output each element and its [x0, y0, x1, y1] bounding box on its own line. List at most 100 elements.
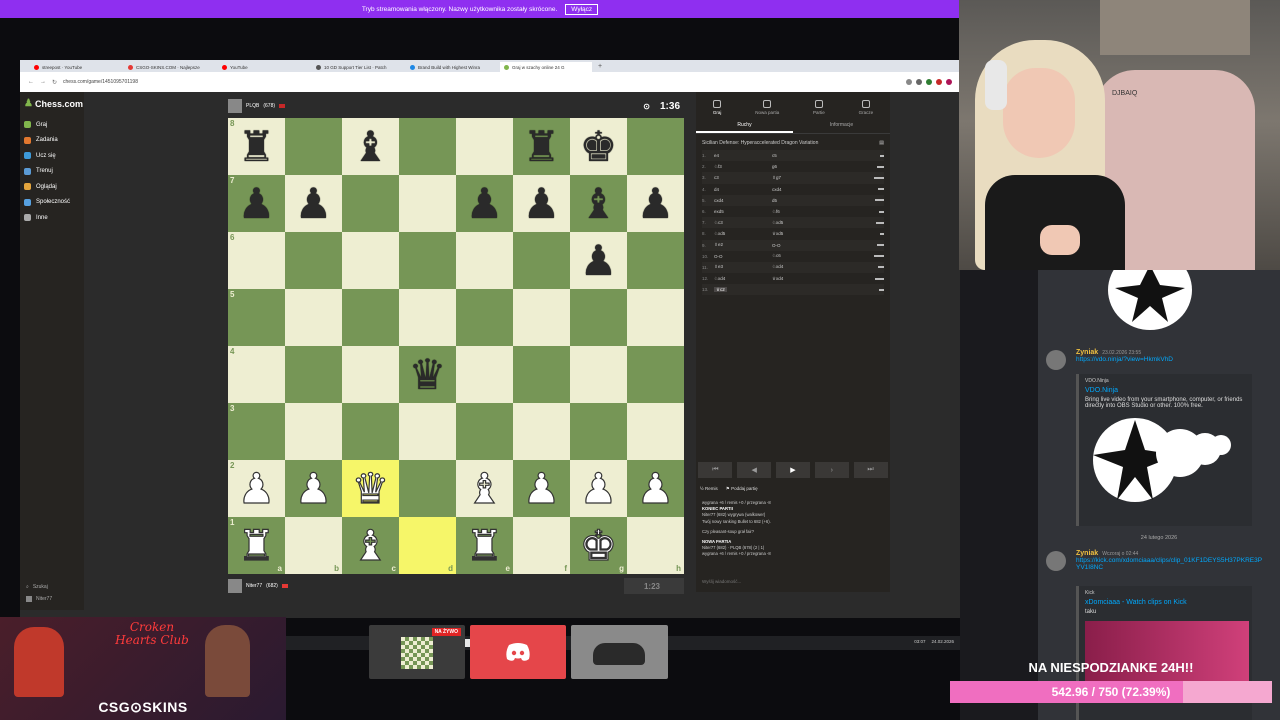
tab-moves[interactable]: Ruchy: [696, 118, 793, 133]
square-a4[interactable]: 4: [228, 346, 285, 403]
sidebar-item[interactable]: Oglądaj: [24, 179, 80, 195]
move-white[interactable]: O-O: [714, 254, 723, 259]
white-pawn-icon[interactable]: ♟: [522, 466, 561, 509]
white-rook-icon[interactable]: ♜: [465, 523, 504, 566]
move-black[interactable]: ♘xd5: [772, 220, 783, 225]
move-black[interactable]: O-O: [772, 243, 781, 248]
black-bishop-icon[interactable]: ♝: [580, 182, 618, 225]
square-d8[interactable]: [399, 118, 456, 175]
first-move-button[interactable]: ⏮: [698, 462, 733, 478]
move-white[interactable]: ♕c2: [714, 286, 727, 292]
white-bishop-icon[interactable]: ♝: [465, 466, 504, 509]
profile-icon[interactable]: [946, 79, 952, 85]
sidebar-profile[interactable]: Niter77: [26, 596, 52, 602]
square-h5[interactable]: [627, 289, 684, 346]
move-white[interactable]: ♘xd4: [714, 276, 725, 281]
white-rook-icon[interactable]: ♜: [237, 523, 276, 566]
move-white[interactable]: ♗e3: [714, 264, 723, 269]
black-pawn-icon[interactable]: ♟: [637, 182, 675, 225]
avatar[interactable]: [228, 99, 242, 113]
square-d2[interactable]: [399, 460, 456, 517]
square-c1[interactable]: c ♝: [342, 517, 399, 574]
move-black[interactable]: ♗g7: [772, 175, 781, 180]
square-e7[interactable]: ♟: [456, 175, 513, 232]
move-white[interactable]: ♘xd5: [714, 231, 725, 236]
panel-tab[interactable]: Graj: [713, 100, 721, 118]
square-h6[interactable]: [627, 232, 684, 289]
sidebar-item[interactable]: Graj: [24, 117, 80, 133]
square-e2[interactable]: ♝: [456, 460, 513, 517]
square-e3[interactable]: [456, 403, 513, 460]
sidebar-item[interactable]: Ucz się: [24, 148, 80, 164]
square-a6[interactable]: 6: [228, 232, 285, 289]
square-c6[interactable]: [342, 232, 399, 289]
square-a5[interactable]: 5: [228, 289, 285, 346]
panel-tab[interactable]: Partie: [813, 100, 825, 118]
avatar[interactable]: [228, 579, 242, 593]
chat-input[interactable]: Wyślij wiadomość...: [702, 579, 741, 584]
square-g7[interactable]: ♝: [570, 175, 627, 232]
square-c8[interactable]: ♝: [342, 118, 399, 175]
disable-streaming-mode-button[interactable]: Wyłącz: [565, 3, 599, 15]
black-king-icon[interactable]: ♚: [580, 125, 618, 168]
square-g1[interactable]: g ♚: [570, 517, 627, 574]
avatar[interactable]: [1046, 551, 1066, 571]
last-move-button[interactable]: ⏭: [853, 462, 888, 478]
square-b7[interactable]: ♟: [285, 175, 342, 232]
white-bishop-icon[interactable]: ♝: [351, 523, 390, 566]
chess-logo[interactable]: ♟ Chess.com: [24, 98, 83, 109]
tab-info[interactable]: Informacje: [793, 118, 890, 133]
white-pawn-icon[interactable]: ♟: [237, 466, 276, 509]
square-e6[interactable]: [456, 232, 513, 289]
move-white[interactable]: ♗e2: [714, 242, 723, 247]
sidebar-item[interactable]: Trenuj: [24, 164, 80, 180]
sidebar-item[interactable]: Inne: [24, 210, 80, 226]
top-player-name[interactable]: PLQB: [246, 103, 259, 109]
square-e5[interactable]: [456, 289, 513, 346]
square-c3[interactable]: [342, 403, 399, 460]
sidebar-item[interactable]: Społeczność: [24, 195, 80, 211]
extension-icon[interactable]: [926, 79, 932, 85]
square-b8[interactable]: [285, 118, 342, 175]
square-c5[interactable]: [342, 289, 399, 346]
square-d6[interactable]: [399, 232, 456, 289]
square-b2[interactable]: ♟: [285, 460, 342, 517]
resign-button[interactable]: ⚑ Poddaj partię: [726, 486, 758, 492]
sidebar-item[interactable]: Zadania: [24, 133, 80, 149]
move-black[interactable]: d5: [772, 198, 777, 203]
panel-tab[interactable]: Nowa partia: [755, 100, 779, 118]
square-g3[interactable]: [570, 403, 627, 460]
white-pawn-icon[interactable]: ♟: [636, 466, 675, 509]
square-b6[interactable]: [285, 232, 342, 289]
square-a2[interactable]: 2 ♟: [228, 460, 285, 517]
square-g8[interactable]: ♚: [570, 118, 627, 175]
book-icon[interactable]: ▤: [879, 140, 884, 146]
square-f4[interactable]: [513, 346, 570, 403]
bottom-player-name[interactable]: Niter77: [246, 583, 262, 589]
white-pawn-icon[interactable]: ♟: [294, 466, 333, 509]
square-e1[interactable]: e ♜: [456, 517, 513, 574]
square-b4[interactable]: [285, 346, 342, 403]
move-black[interactable]: ♘f6: [772, 209, 780, 214]
move-white[interactable]: e4: [714, 153, 719, 158]
move-black[interactable]: ♘xd4: [772, 264, 783, 269]
square-h4[interactable]: [627, 346, 684, 403]
move-white[interactable]: cxd4: [714, 198, 724, 203]
browser-tab[interactable]: CSGO-SKINS.COM · Najlepsze: [124, 62, 216, 72]
square-g6[interactable]: ♟: [570, 232, 627, 289]
extension-icon[interactable]: [916, 79, 922, 85]
black-rook-icon[interactable]: ♜: [523, 125, 561, 168]
move-black[interactable]: ♘c6: [772, 253, 781, 258]
white-queen-icon[interactable]: ♛: [351, 466, 390, 509]
extension-icon[interactable]: [906, 79, 912, 85]
avatar[interactable]: [1046, 350, 1066, 370]
draw-button[interactable]: ½ Remis: [700, 486, 718, 492]
move-black[interactable]: ♕xd5: [772, 231, 783, 236]
square-h3[interactable]: [627, 403, 684, 460]
move-white[interactable]: d4: [714, 187, 719, 192]
black-bishop-icon[interactable]: ♝: [352, 125, 390, 168]
url-field[interactable]: chess.com/game/1451095701198: [63, 79, 900, 85]
white-king-icon[interactable]: ♚: [579, 523, 618, 566]
move-black[interactable]: cxd4: [772, 187, 782, 192]
move-black[interactable]: ♕xd4: [772, 276, 783, 281]
